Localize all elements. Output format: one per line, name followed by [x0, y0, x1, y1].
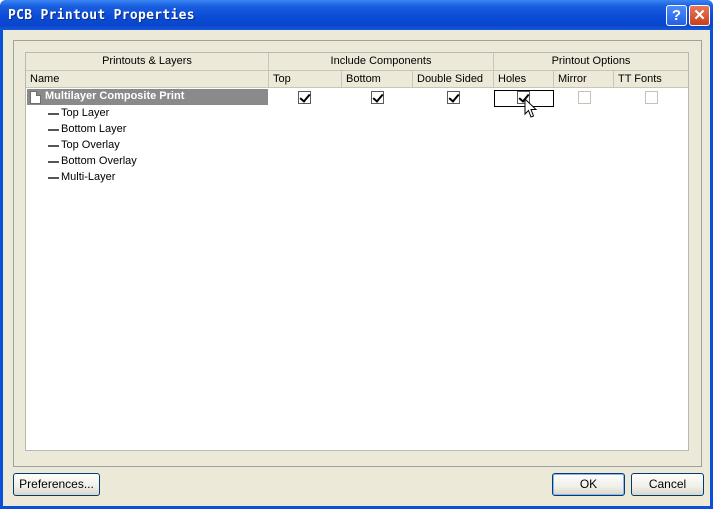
layer-label: Top Overlay: [61, 139, 120, 151]
column-header-top[interactable]: Top: [269, 71, 342, 88]
document-icon: [30, 91, 41, 104]
ok-button[interactable]: OK: [552, 473, 625, 496]
printout-name: Multilayer Composite Print: [45, 90, 185, 102]
layer-line-icon: [48, 129, 59, 131]
window-title: PCB Printout Properties: [8, 8, 195, 23]
layer-line-icon: [48, 113, 59, 115]
checkbox-tt-fonts[interactable]: [645, 91, 658, 104]
header-include-components: Include Components: [269, 53, 494, 71]
column-header-mirror[interactable]: Mirror: [554, 71, 614, 88]
dialog-window: PCB Printout Properties ? ✕ Printouts & …: [0, 0, 713, 509]
dialog-client-area: Printouts & Layers Include Components Pr…: [3, 30, 710, 506]
column-header-holes[interactable]: Holes: [494, 71, 554, 88]
column-header-bottom[interactable]: Bottom: [342, 71, 413, 88]
layer-label: Bottom Overlay: [61, 155, 137, 167]
checkbox-bottom[interactable]: [371, 91, 384, 104]
arrow-cursor-icon: [524, 98, 538, 118]
layer-line-icon: [48, 177, 59, 179]
header-printouts-layers: Printouts & Layers: [26, 53, 269, 71]
help-button[interactable]: ?: [666, 5, 687, 26]
checkbox-top[interactable]: [298, 91, 311, 104]
column-header-tt-fonts[interactable]: TT Fonts: [614, 71, 688, 88]
printout-panel: Printouts & Layers Include Components Pr…: [13, 40, 702, 467]
preferences-button[interactable]: Preferences...: [13, 473, 100, 496]
column-header-name[interactable]: Name: [26, 71, 269, 88]
layer-line-icon: [48, 145, 59, 147]
column-header-double-sided[interactable]: Double Sided: [413, 71, 494, 88]
header-printout-options: Printout Options: [494, 53, 688, 71]
layer-label: Top Layer: [61, 107, 110, 119]
printout-row[interactable]: Multilayer Composite Print: [27, 89, 268, 105]
layer-line-icon: [48, 161, 59, 163]
help-icon: ?: [671, 7, 682, 24]
title-bar[interactable]: PCB Printout Properties ? ✕: [0, 0, 713, 30]
close-icon: ✕: [693, 7, 706, 24]
checkbox-double-sided[interactable]: [447, 91, 460, 104]
layer-label: Multi-Layer: [61, 171, 116, 183]
printout-grid[interactable]: Printouts & Layers Include Components Pr…: [25, 52, 689, 451]
close-button[interactable]: ✕: [689, 5, 710, 26]
checkbox-mirror[interactable]: [578, 91, 591, 104]
cancel-button[interactable]: Cancel: [631, 473, 704, 496]
layer-label: Bottom Layer: [61, 123, 127, 135]
